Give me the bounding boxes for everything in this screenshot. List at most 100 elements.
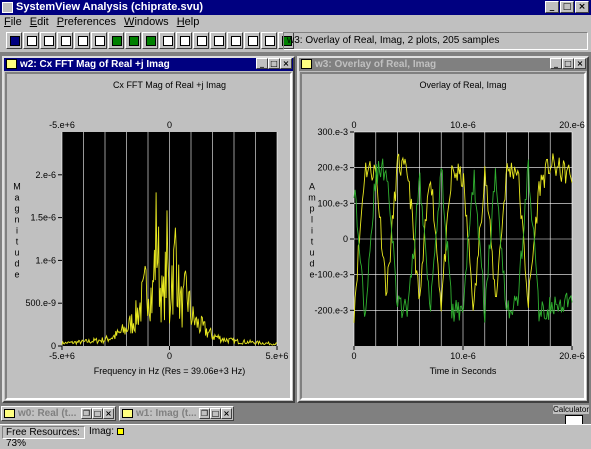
tile-icon[interactable] — [108, 32, 124, 49]
window-w3-title: w3: Overlay of Real, Imag — [315, 59, 437, 70]
minimized-window-controls: ❐ □ × — [199, 408, 232, 419]
zoom-icon[interactable] — [227, 32, 243, 49]
triangle-icon[interactable] — [261, 32, 277, 49]
maximize-button[interactable]: □ — [210, 408, 221, 419]
y-axis-label-letter: t — [16, 237, 19, 247]
overlay-chart[interactable]: Overlay of Real, Imag Time in Seconds Ampl… — [302, 74, 586, 401]
app-titlebar[interactable]: SystemView Analysis (chiprate.svu) _ □ × — [0, 0, 591, 15]
y-axis-label-letter: n — [14, 215, 19, 225]
imag-color-swatch — [117, 427, 125, 435]
close-button[interactable]: × — [575, 1, 589, 13]
menu-bar: File Edit Preferences Windows Help — [0, 15, 591, 29]
window-w2[interactable]: w2: Cx FFT Mag of Real +j Imag _ □ × Cx … — [2, 56, 295, 403]
close-button[interactable]: × — [280, 58, 292, 69]
window-icon — [122, 409, 133, 418]
maximize-button[interactable]: □ — [92, 408, 103, 419]
x-tick-label: 0 — [351, 351, 356, 361]
x-tick-label: 10.e-6 — [450, 351, 476, 361]
x-tick-label: 20.e-6 — [559, 351, 585, 361]
window-w3[interactable]: w3: Overlay of Real, Imag _ □ × Overlay … — [297, 56, 589, 403]
restore-button[interactable]: ❐ — [81, 408, 92, 419]
chart-title: Cx FFT Mag of Real +j Imag — [113, 80, 226, 90]
top-tick-label: 10.e-6 — [450, 120, 476, 130]
top-tick-label: 0 — [351, 120, 356, 130]
restore-button[interactable]: ❐ — [199, 408, 210, 419]
y-tick-label: -100.e-3 — [314, 270, 348, 280]
toolbar: w3: Overlay of Real, Imag, 2 plots, 205 … — [0, 29, 591, 53]
y-tick-label: 2.e-6 — [35, 170, 56, 180]
y-tick-label: 300.e-3 — [317, 127, 348, 137]
window-icon[interactable] — [301, 59, 312, 69]
y-axis-label-letter: p — [309, 204, 314, 214]
y-axis-label-letter: u — [14, 248, 19, 258]
y-tick-label: -200.e-3 — [314, 305, 348, 315]
y-axis-label-letter: i — [16, 226, 18, 236]
plot-area-w2: Cx FFT Mag of Real +j Imag Frequency in H… — [5, 72, 292, 400]
toolbar-status-field: w3: Overlay of Real, Imag, 2 plots, 205 … — [283, 32, 588, 50]
window-w3-controls: _ □ × — [550, 58, 586, 69]
stem-icon[interactable] — [193, 32, 209, 49]
window-icon[interactable] — [6, 59, 17, 69]
menu-file[interactable]: File — [4, 15, 22, 29]
app-window: SystemView Analysis (chiprate.svu) _ □ ×… — [0, 0, 591, 449]
y-tick-label: 200.e-3 — [317, 163, 348, 173]
y-axis-label-letter: e — [14, 270, 19, 280]
window-w3-titlebar[interactable]: w3: Overlay of Real, Imag _ □ × — [299, 58, 587, 71]
maximize-button[interactable]: □ — [268, 58, 280, 69]
minimized-window-w0[interactable]: w0: Real (t... ❐ □ × — [1, 406, 116, 421]
grid-icon[interactable] — [210, 32, 226, 49]
minimized-window-controls: ❐ □ × — [81, 408, 114, 419]
app-icon[interactable] — [2, 2, 13, 13]
maximize-button[interactable]: □ — [560, 1, 574, 13]
cascade-icon[interactable] — [142, 32, 158, 49]
toolbar-buttons — [6, 32, 294, 49]
window-icon — [4, 409, 15, 418]
copy-icon[interactable] — [40, 32, 56, 49]
window-w2-titlebar[interactable]: w2: Cx FFT Mag of Real +j Imag _ □ × — [4, 58, 293, 71]
menu-help[interactable]: Help — [177, 15, 200, 29]
y-tick-label: 100.e-3 — [317, 198, 348, 208]
print-icon[interactable] — [23, 32, 39, 49]
app-title: SystemView Analysis (chiprate.svu) — [16, 1, 204, 13]
menu-edit[interactable]: Edit — [30, 15, 49, 29]
histogram-icon[interactable] — [176, 32, 192, 49]
points-icon[interactable] — [57, 32, 73, 49]
minimize-button[interactable]: _ — [256, 58, 268, 69]
menu-preferences[interactable]: Preferences — [57, 15, 116, 29]
y-tick-label: 0 — [51, 341, 56, 351]
imag-legend-label: Imag: — [89, 426, 115, 437]
waveform-icon[interactable] — [244, 32, 260, 49]
top-tick-label: 20.e-6 — [559, 120, 585, 130]
tile-vertical-icon[interactable] — [125, 32, 141, 49]
x-tick-label: -5.e+6 — [49, 351, 75, 361]
y-axis-label-letter: t — [311, 237, 314, 247]
menu-windows[interactable]: Windows — [124, 15, 169, 29]
y-axis-label-letter: m — [308, 193, 316, 203]
close-button[interactable]: × — [103, 408, 114, 419]
x-axis-label: Frequency in Hz (Res = 39.06e+3 Hz) — [94, 366, 246, 376]
y-tick-label: 1.e-6 — [35, 255, 56, 265]
y-axis-label-letter: l — [311, 215, 313, 225]
y-axis-label-letter: d — [309, 259, 314, 269]
close-button[interactable]: × — [221, 408, 232, 419]
y-axis-label-letter: i — [311, 226, 313, 236]
y-tick-label: 500.e-9 — [25, 298, 56, 308]
scatter-icon[interactable] — [91, 32, 107, 49]
minimized-window-w1[interactable]: w1: Imag (t... ❐ □ × — [119, 406, 234, 421]
minimize-button[interactable]: _ — [550, 58, 562, 69]
status-bar: Free Resources: 73% Imag: — [0, 424, 591, 449]
fft-chart[interactable]: Cx FFT Mag of Real +j Imag Frequency in H… — [7, 74, 292, 401]
close-button[interactable]: × — [574, 58, 586, 69]
imag-legend: Imag: — [86, 426, 206, 439]
bar-chart-icon[interactable] — [159, 32, 175, 49]
open-icon[interactable] — [6, 32, 22, 49]
line-icon[interactable] — [74, 32, 90, 49]
x-axis-label: Time in Seconds — [430, 366, 497, 376]
minimized-window-w0-title: w0: Real (t... — [18, 408, 77, 419]
y-axis-label-letter: g — [14, 204, 19, 214]
y-axis-label-letter: M — [13, 182, 21, 192]
minimize-button[interactable]: _ — [545, 1, 559, 13]
free-resources: Free Resources: 73% — [2, 426, 85, 449]
maximize-button[interactable]: □ — [562, 58, 574, 69]
y-axis-label-letter: a — [14, 193, 19, 203]
